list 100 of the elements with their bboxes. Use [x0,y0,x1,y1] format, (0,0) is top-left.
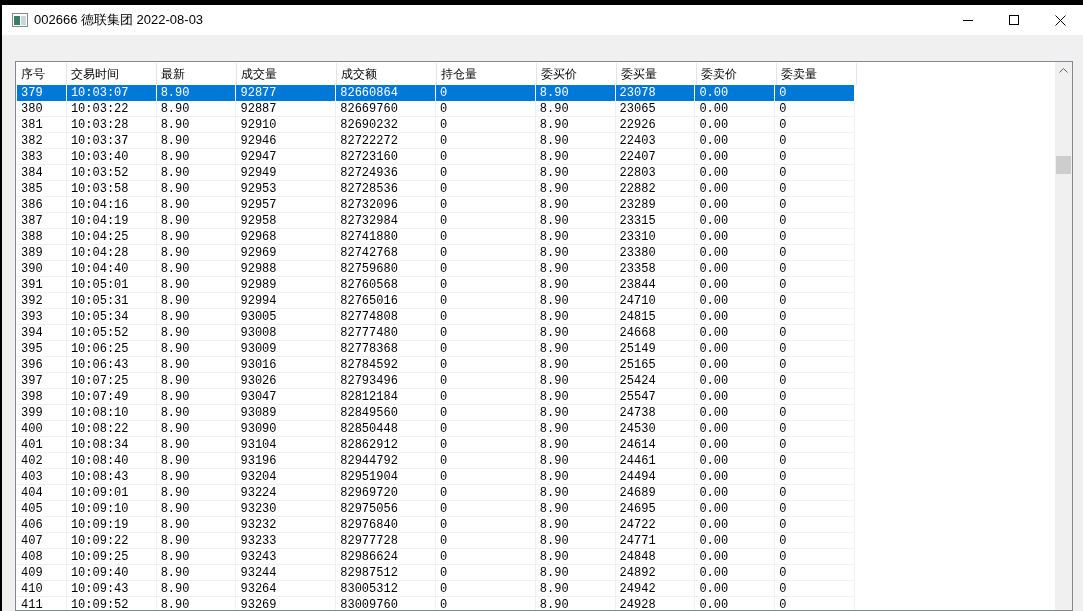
table-row[interactable]: 398 10:07:49 8.90 93047 82812184 0 8.90 25547 0.00 0 [17,389,855,405]
table-cell: 8.90 [156,277,237,293]
table-cell: 93264 [236,581,337,597]
table-row[interactable]: 402 10:08:40 8.90 93196 82944792 0 8.90 24461 0.00 0 [17,453,855,469]
table-row[interactable]: 389 10:04:28 8.90 92969 82742768 0 8.90 23380 0.00 0 [17,245,855,261]
table-cell: 93204 [236,469,337,485]
table-cell: 0 [775,85,856,101]
table-cell: 397 [17,373,67,389]
table-row[interactable]: 387 10:04:19 8.90 92958 82732984 0 8.90 23315 0.00 0 [17,213,855,229]
table-cell: 8.90 [535,261,616,277]
table-cell: 22803 [615,165,696,181]
table-cell: 92989 [236,277,337,293]
table-cell: 92958 [236,213,337,229]
table-row[interactable]: 386 10:04:16 8.90 92957 82732096 0 8.90 23289 0.00 0 [17,197,855,213]
table-cell: 8.90 [156,533,237,549]
table-row[interactable]: 388 10:04:25 8.90 92968 82741880 0 8.90 23310 0.00 0 [17,229,855,245]
table-cell: 0 [436,341,536,357]
table-cell: 390 [17,261,67,277]
table-row[interactable]: 393 10:05:34 8.90 93005 82774808 0 8.90 24815 0.00 0 [17,309,855,325]
table-row[interactable]: 408 10:09:25 8.90 93243 82986624 0 8.90 24848 0.00 0 [17,549,855,565]
table-cell: 92910 [236,117,337,133]
table-row[interactable]: 385 10:03:58 8.90 92953 82728536 0 8.90 22882 0.00 0 [17,181,855,197]
table-cell: 82969720 [336,485,436,501]
table-cell: 406 [17,517,67,533]
table-cell: 0 [775,437,856,453]
table-row[interactable]: 411 10:09:52 8.90 93269 83009760 0 8.90 24928 0.00 0 [17,597,855,610]
table-row[interactable]: 382 10:03:37 8.90 92946 82722272 0 8.90 22403 0.00 0 [17,133,855,149]
scrollbar[interactable] [1055,62,1072,610]
table-cell: 0 [775,549,856,565]
table-cell: 384 [17,165,67,181]
table-row[interactable]: 399 10:08:10 8.90 93089 82849560 0 8.90 24738 0.00 0 [17,405,855,421]
table-row[interactable]: 379 10:03:07 8.90 92877 82660864 0 8.90 23078 0.00 0 [17,85,855,101]
table-cell: 0 [775,421,856,437]
table-row[interactable]: 381 10:03:28 8.90 92910 82690232 0 8.90 22926 0.00 0 [17,117,855,133]
table-row[interactable]: 380 10:03:22 8.90 92887 82669760 0 8.90 23065 0.00 0 [17,101,855,117]
table-row[interactable]: 395 10:06:25 8.90 93009 82778368 0 8.90 25149 0.00 0 [17,341,855,357]
table-row[interactable]: 407 10:09:22 8.90 93233 82977728 0 8.90 24771 0.00 0 [17,533,855,549]
table-cell: 8.90 [535,325,616,341]
table-row[interactable]: 401 10:08:34 8.90 93104 82862912 0 8.90 24614 0.00 0 [17,437,855,453]
table-cell: 24942 [615,581,696,597]
table-cell: 0 [775,277,856,293]
table-cell: 82975056 [336,501,436,517]
table-cell: 8.90 [156,453,237,469]
table-row[interactable]: 403 10:08:43 8.90 93204 82951904 0 8.90 24494 0.00 0 [17,469,855,485]
table-cell: 92994 [236,293,337,309]
table-cell: 387 [17,213,67,229]
table-row[interactable]: 404 10:09:01 8.90 93224 82969720 0 8.90 24689 0.00 0 [17,485,855,501]
table-cell: 8.90 [535,437,616,453]
table-row[interactable]: 406 10:09:19 8.90 93232 82976840 0 8.90 24722 0.00 0 [17,517,855,533]
table-cell: 82760568 [336,277,436,293]
table-cell: 0 [436,85,536,101]
table-cell: 8.90 [535,597,616,610]
table-cell: 410 [17,581,67,597]
table-row[interactable]: 397 10:07:25 8.90 93026 82793496 0 8.90 25424 0.00 0 [17,373,855,389]
table-row[interactable]: 384 10:03:52 8.90 92949 82724936 0 8.90 22803 0.00 0 [17,165,855,181]
table-row[interactable]: 383 10:03:40 8.90 92947 82723160 0 8.90 22407 0.00 0 [17,149,855,165]
table-cell: 82951904 [336,469,436,485]
table-cell: 0.00 [695,405,776,421]
table-cell: 401 [17,437,67,453]
table-cell: 8.90 [535,469,616,485]
table-cell: 23289 [615,197,696,213]
table-cell: 8.90 [156,389,237,405]
table-cell: 93047 [236,389,337,405]
table-cell: 24695 [615,501,696,517]
table-row[interactable]: 405 10:09:10 8.90 93230 82975056 0 8.90 24695 0.00 0 [17,501,855,517]
table-cell: 82741880 [336,229,436,245]
table-cell: 10:04:28 [66,245,157,261]
table-cell: 24815 [615,309,696,325]
table-cell: 0.00 [695,437,776,453]
table-row[interactable]: 400 10:08:22 8.90 93090 82850448 0 8.90 24530 0.00 0 [17,421,855,437]
table-cell: 8.90 [535,213,616,229]
table-cell: 92953 [236,181,337,197]
table-cell: 8.90 [156,485,237,501]
table-cell: 0.00 [695,341,776,357]
table-cell: 0 [775,517,856,533]
table-cell: 0 [436,597,536,610]
table-cell: 0 [775,101,856,117]
table-cell: 0 [775,341,856,357]
table-cell: 0 [436,101,536,117]
table-row[interactable]: 390 10:04:40 8.90 92988 82759680 0 8.90 23358 0.00 0 [17,261,855,277]
table-row[interactable]: 392 10:05:31 8.90 92994 82765016 0 8.90 24710 0.00 0 [17,293,855,309]
table-row[interactable]: 394 10:05:52 8.90 93008 82777480 0 8.90 24668 0.00 0 [17,325,855,341]
scrollbar-thumb[interactable] [1056,156,1071,174]
table-cell: 8.90 [535,181,616,197]
maximize-icon [1009,15,1019,25]
table-row[interactable]: 409 10:09:40 8.90 93244 82987512 0 8.90 24892 0.00 0 [17,565,855,581]
table-cell: 0.00 [695,325,776,341]
table-cell: 93016 [236,357,337,373]
table-row[interactable]: 410 10:09:43 8.90 93264 83005312 0 8.90 24942 0.00 0 [17,581,855,597]
table-cell: 404 [17,485,67,501]
table-cell: 82732096 [336,197,436,213]
table-cell: 8.90 [535,485,616,501]
table-cell: 0.00 [695,197,776,213]
table-cell: 385 [17,181,67,197]
table-cell: 391 [17,277,67,293]
table-row[interactable]: 391 10:05:01 8.90 92989 82760568 0 8.90 23844 0.00 0 [17,277,855,293]
table-cell: 25424 [615,373,696,389]
table-cell: 0.00 [695,277,776,293]
table-cell: 0 [775,581,856,597]
table-row[interactable]: 396 10:06:43 8.90 93016 82784592 0 8.90 25165 0.00 0 [17,357,855,373]
